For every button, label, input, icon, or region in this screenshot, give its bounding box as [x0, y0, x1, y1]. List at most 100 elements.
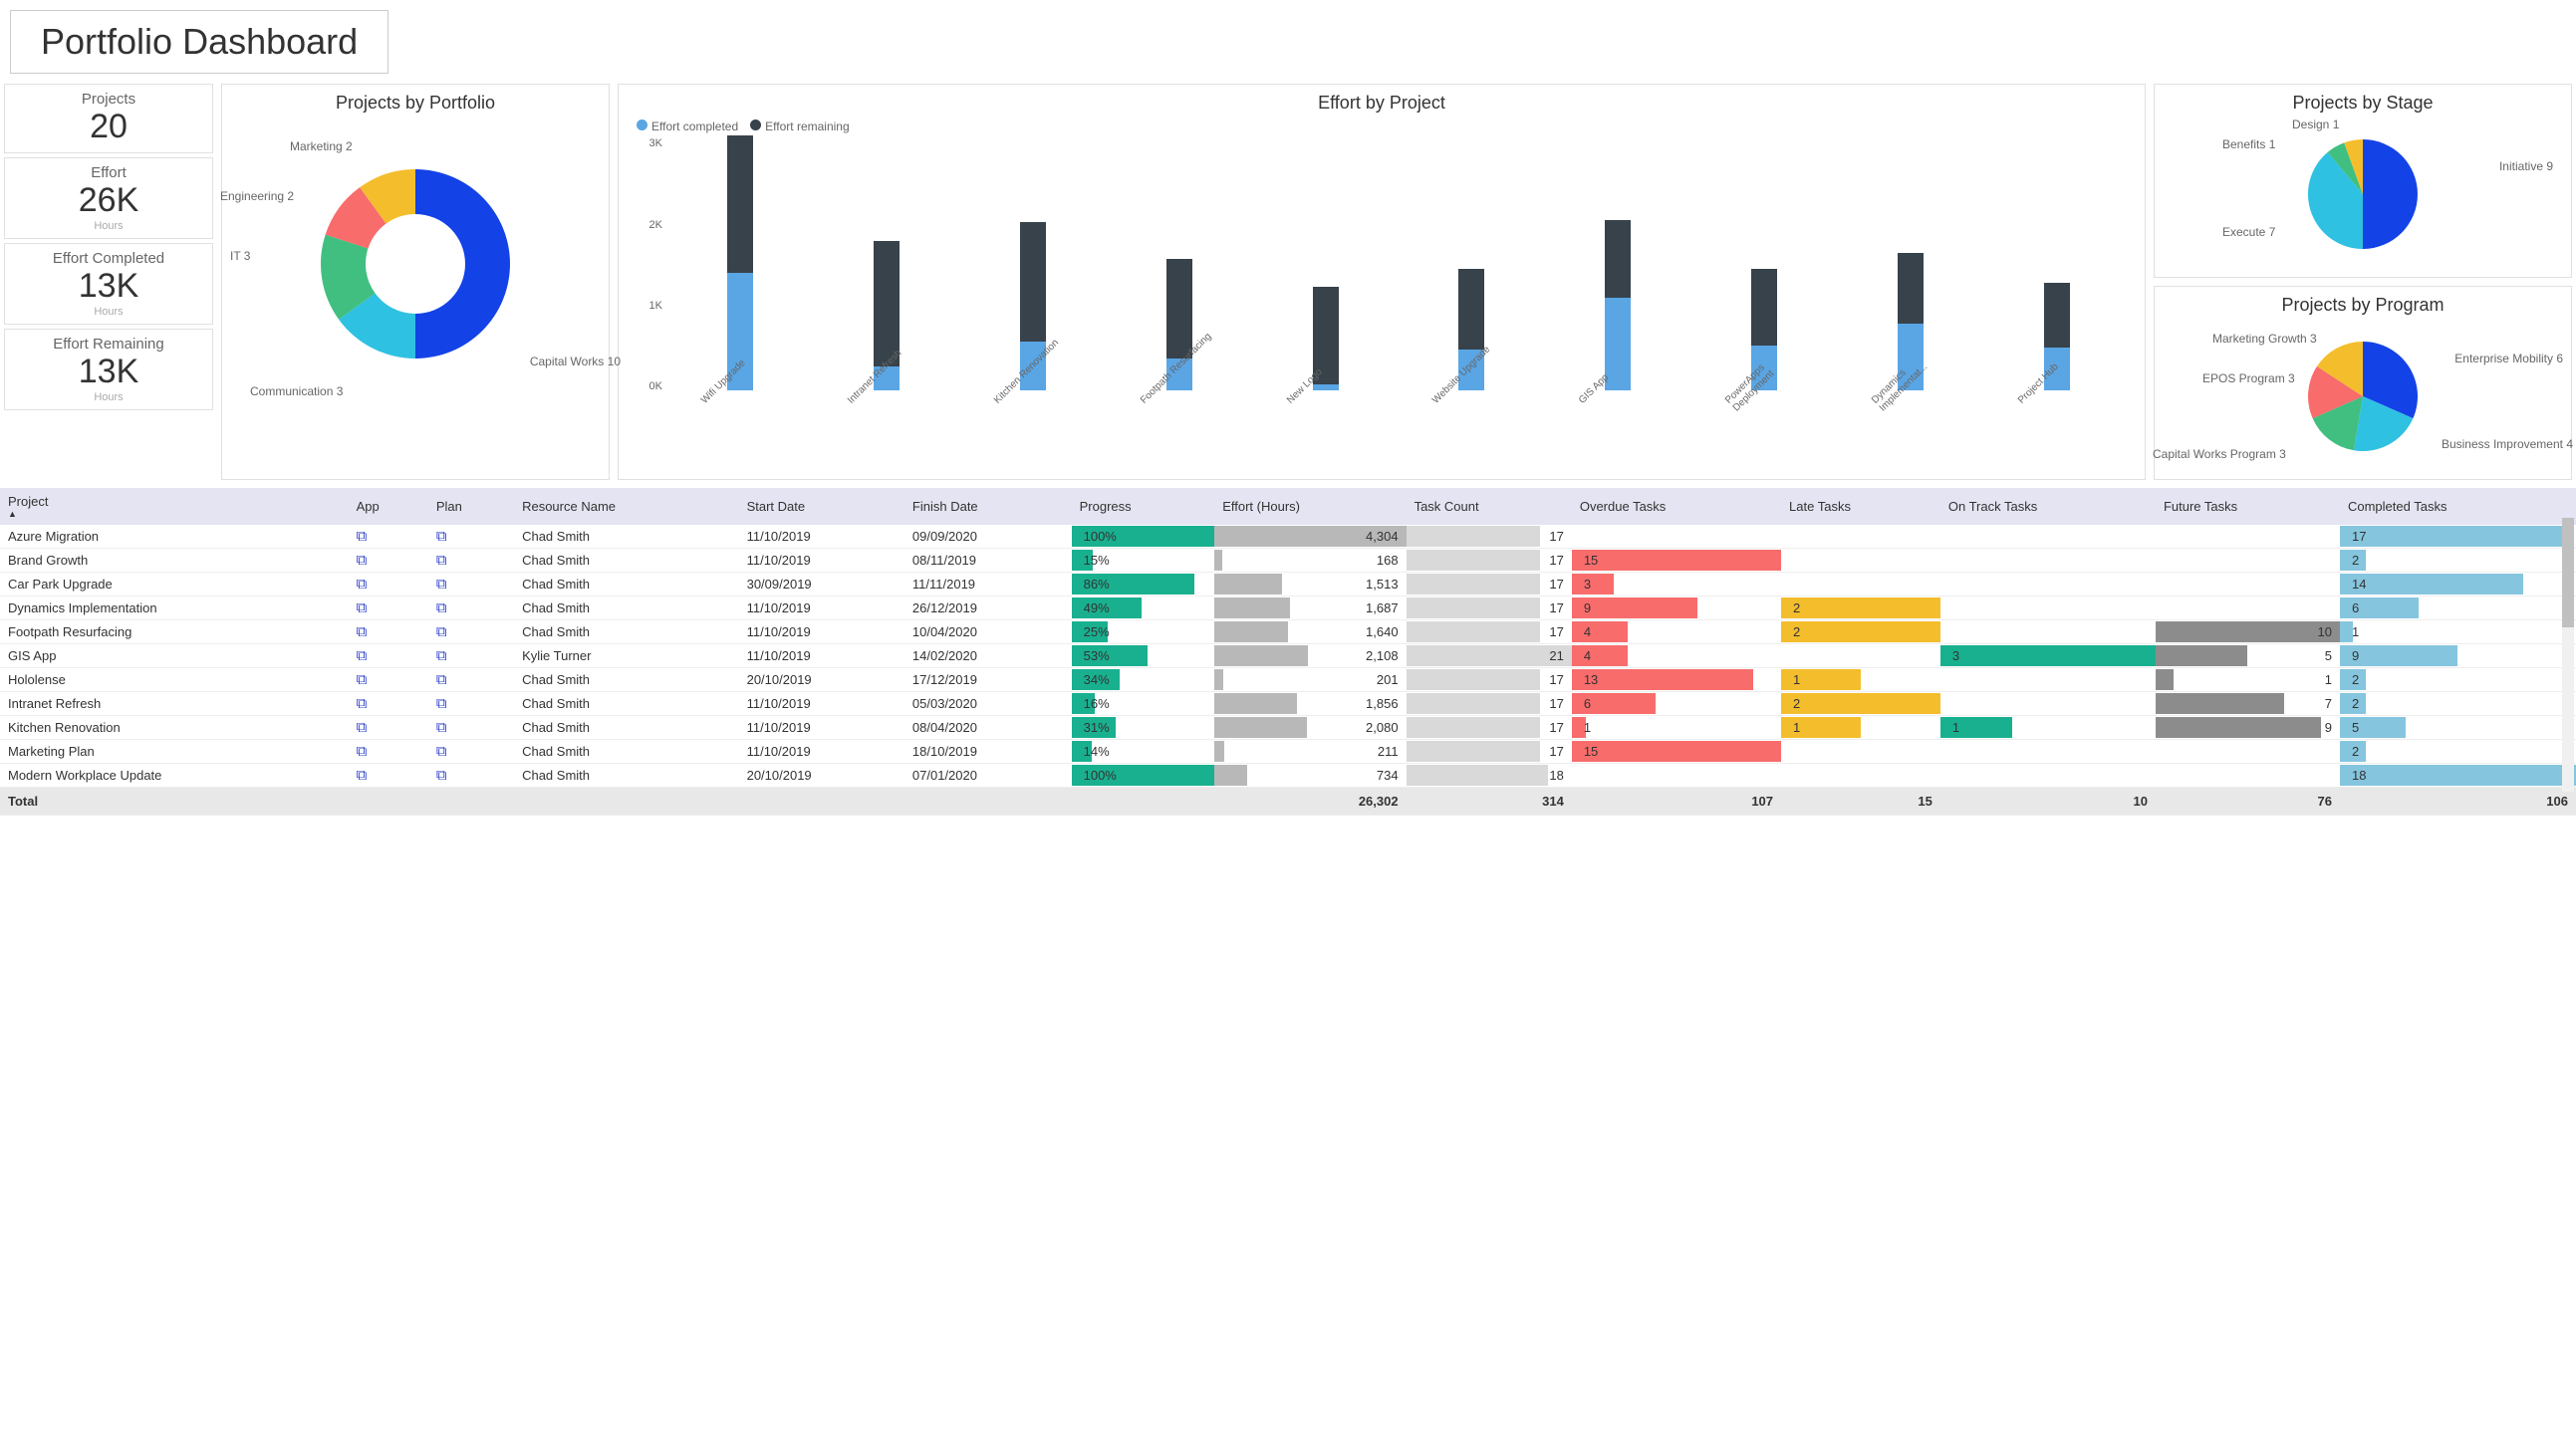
cell-tasks: 17	[1407, 549, 1572, 573]
link-icon[interactable]: ⧉	[357, 743, 368, 760]
table-scrollbar[interactable]	[2562, 518, 2574, 792]
link-icon[interactable]: ⧉	[436, 671, 447, 688]
bar-column[interactable]: PowerApps Deployment	[1694, 269, 1835, 398]
column-header[interactable]: Completed Tasks	[2340, 488, 2576, 525]
link-icon[interactable]: ⧉	[436, 623, 447, 640]
slice-label: IT 3	[230, 249, 250, 263]
cell-ontrack	[1940, 668, 2156, 692]
cell-project: GIS App	[0, 644, 349, 668]
table-row[interactable]: Car Park Upgrade⧉⧉Chad Smith30/09/201911…	[0, 573, 2576, 596]
bar-segment-completed	[1605, 298, 1631, 390]
projects-table[interactable]: Project▲AppPlanResource NameStart DateFi…	[0, 488, 2576, 816]
link-icon[interactable]: ⧉	[357, 695, 368, 712]
scroll-thumb[interactable]	[2562, 518, 2574, 627]
table-row[interactable]: Marketing Plan⧉⧉Chad Smith11/10/201918/1…	[0, 740, 2576, 764]
cell-tasks: 17	[1407, 692, 1572, 716]
table-row[interactable]: Hololense⧉⧉Chad Smith20/10/201917/12/201…	[0, 668, 2576, 692]
table-row[interactable]: Footpath Resurfacing⧉⧉Chad Smith11/10/20…	[0, 620, 2576, 644]
link-icon[interactable]: ⧉	[357, 599, 368, 616]
table-row[interactable]: Dynamics Implementation⧉⧉Chad Smith11/10…	[0, 596, 2576, 620]
cell-start: 11/10/2019	[739, 740, 904, 764]
bar-column[interactable]: GIS App	[1548, 220, 1688, 398]
column-header[interactable]: Overdue Tasks	[1572, 488, 1781, 525]
kpi-effort-remaining[interactable]: Effort Remaining 13K Hours	[4, 329, 213, 410]
column-header[interactable]: Progress	[1072, 488, 1215, 525]
column-header[interactable]: Finish Date	[904, 488, 1072, 525]
column-header[interactable]: Plan	[428, 488, 514, 525]
bar-column[interactable]: Website Upgrade	[1402, 269, 1542, 398]
column-header[interactable]: Future Tasks	[2156, 488, 2340, 525]
cell-effort: 1,513	[1214, 573, 1406, 596]
column-header[interactable]: Task Count	[1407, 488, 1572, 525]
cell-finish: 08/11/2019	[904, 549, 1072, 573]
table-row[interactable]: GIS App⧉⧉Kylie Turner11/10/201914/02/202…	[0, 644, 2576, 668]
column-header[interactable]: App	[349, 488, 428, 525]
card-projects-by-portfolio[interactable]: Projects by Portfolio Capital Works 10 C…	[221, 84, 610, 480]
bar-x-axis-zone	[627, 398, 2137, 468]
table-row[interactable]: Intranet Refresh⧉⧉Chad Smith11/10/201905…	[0, 692, 2576, 716]
page-title-box: Portfolio Dashboard	[10, 10, 388, 74]
link-icon[interactable]: ⧉	[436, 576, 447, 593]
link-icon[interactable]: ⧉	[436, 743, 447, 760]
table-row[interactable]: Kitchen Renovation⧉⧉Chad Smith11/10/2019…	[0, 716, 2576, 740]
link-icon[interactable]: ⧉	[436, 767, 447, 784]
column-header[interactable]: Start Date	[739, 488, 904, 525]
link-icon[interactable]: ⧉	[436, 599, 447, 616]
kpi-projects[interactable]: Projects 20	[4, 84, 213, 153]
link-icon[interactable]: ⧉	[357, 647, 368, 664]
link-icon[interactable]: ⧉	[357, 719, 368, 736]
bar-column[interactable]: Intranet Refresh	[817, 241, 957, 398]
card-projects-by-program[interactable]: Projects by Program Enterprise Mobility …	[2154, 286, 2572, 480]
link-icon[interactable]: ⧉	[436, 647, 447, 664]
cell-progress: 16%	[1072, 692, 1215, 716]
cell-overdue	[1572, 525, 1781, 549]
bar-column[interactable]: New Logo	[1255, 287, 1396, 398]
link-icon[interactable]: ⧉	[357, 576, 368, 593]
cell-tasks: 17	[1407, 525, 1572, 549]
card-effort-by-project[interactable]: Effort by Project Effort completed Effor…	[618, 84, 2146, 480]
bar-segment-remaining	[2044, 283, 2070, 348]
link-icon[interactable]: ⧉	[436, 528, 447, 545]
cell-late: 1	[1781, 668, 1940, 692]
bar-column[interactable]: Footpath Resurfacing	[1109, 259, 1249, 398]
table-row[interactable]: Azure Migration⧉⧉Chad Smith11/10/201909/…	[0, 525, 2576, 549]
kpi-value: 20	[9, 108, 208, 146]
data-bar	[1572, 550, 1781, 571]
link-icon[interactable]: ⧉	[357, 767, 368, 784]
table-row[interactable]: Brand Growth⧉⧉Chad Smith11/10/201908/11/…	[0, 549, 2576, 573]
bar-column[interactable]: Wifi Upgrade	[670, 135, 811, 398]
link-icon[interactable]: ⧉	[436, 552, 447, 569]
chart-slice[interactable]	[2363, 139, 2418, 249]
link-icon[interactable]: ⧉	[436, 695, 447, 712]
data-bar	[1214, 717, 1307, 738]
link-icon[interactable]: ⧉	[436, 719, 447, 736]
card-projects-by-stage[interactable]: Projects by Stage Initiative 9 Execute 7…	[2154, 84, 2572, 278]
data-bar	[1572, 669, 1753, 690]
column-header[interactable]: Effort (Hours)	[1214, 488, 1406, 525]
chart-slice[interactable]	[415, 169, 510, 358]
table-row[interactable]: Modern Workplace Update⧉⧉Chad Smith20/10…	[0, 764, 2576, 788]
column-header[interactable]: Project▲	[0, 488, 349, 525]
projects-table-wrap: Project▲AppPlanResource NameStart DateFi…	[0, 488, 2576, 816]
bar-column[interactable]: Dynamics Implementat...	[1840, 253, 1980, 398]
bar-column[interactable]: Project Hub	[1986, 283, 2127, 398]
column-header[interactable]: Late Tasks	[1781, 488, 1940, 525]
total-value: 26,302	[1214, 788, 1406, 816]
link-icon[interactable]: ⧉	[357, 552, 368, 569]
cell-ontrack	[1940, 692, 2156, 716]
slice-label: Initiative 9	[2499, 159, 2553, 173]
kpi-effort[interactable]: Effort 26K Hours	[4, 157, 213, 239]
link-icon[interactable]: ⧉	[357, 528, 368, 545]
charts-row: Projects 20 Effort 26K Hours Effort Comp…	[0, 84, 2576, 480]
data-bar	[1572, 574, 1614, 595]
column-header[interactable]: On Track Tasks	[1940, 488, 2156, 525]
bar-column[interactable]: Kitchen Renovation	[963, 222, 1104, 398]
cell-start: 30/09/2019	[739, 573, 904, 596]
link-icon[interactable]: ⧉	[357, 623, 368, 640]
kpi-effort-completed[interactable]: Effort Completed 13K Hours	[4, 243, 213, 325]
link-icon[interactable]: ⧉	[357, 671, 368, 688]
total-value	[428, 788, 514, 816]
column-header[interactable]: Resource Name	[514, 488, 739, 525]
cell-overdue: 4	[1572, 620, 1781, 644]
stacked-bar-chart: 0K1K2K3KWifi UpgradeIntranet RefreshKitc…	[627, 139, 2137, 398]
